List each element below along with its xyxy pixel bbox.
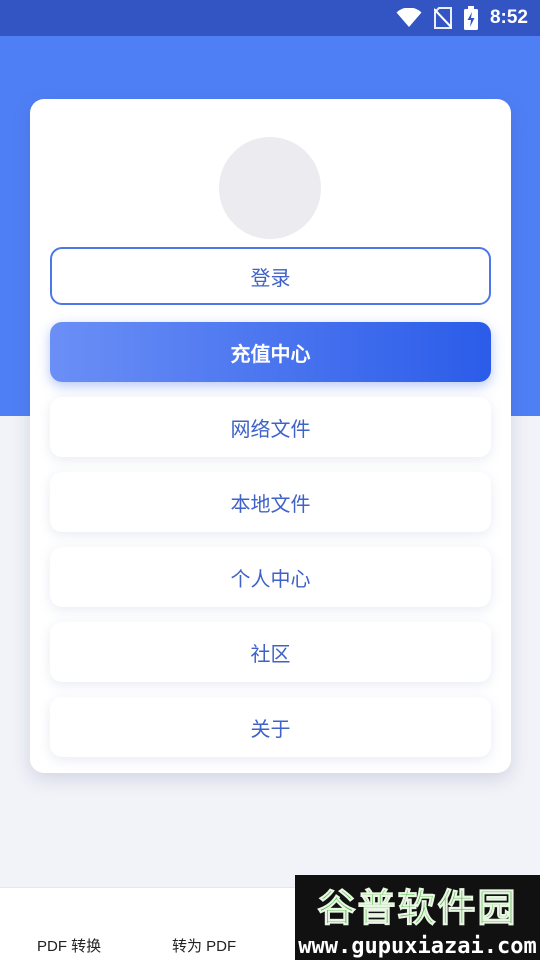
status-time: 8:52	[489, 7, 528, 28]
personal-center-button[interactable]: 个人中心	[50, 547, 491, 607]
no-sim-icon	[433, 7, 452, 29]
about-button[interactable]: 关于	[50, 697, 491, 757]
login-button[interactable]: 登录	[50, 247, 491, 305]
profile-menu-card: 登录 充值中心 网络文件 本地文件 个人中心 社区 关于	[30, 99, 511, 773]
local-files-button[interactable]: 本地文件	[50, 472, 491, 532]
network-files-button[interactable]: 网络文件	[50, 397, 491, 457]
wifi-icon	[396, 8, 422, 28]
status-bar: 8:52	[0, 0, 540, 36]
tab-to-pdf[interactable]: 转为 PDF	[172, 935, 236, 956]
watermark-logo: 谷普软件园 www.gupuxiazai.com	[295, 875, 540, 960]
community-button[interactable]: 社区	[50, 622, 491, 682]
watermark-url: www.gupuxiazai.com	[298, 933, 537, 959]
avatar[interactable]	[219, 137, 321, 239]
recharge-center-button[interactable]: 充值中心	[50, 322, 491, 382]
battery-charging-icon	[463, 6, 478, 30]
tab-pdf-convert[interactable]: PDF 转换	[37, 935, 101, 956]
watermark-title: 谷普软件园	[317, 885, 518, 930]
